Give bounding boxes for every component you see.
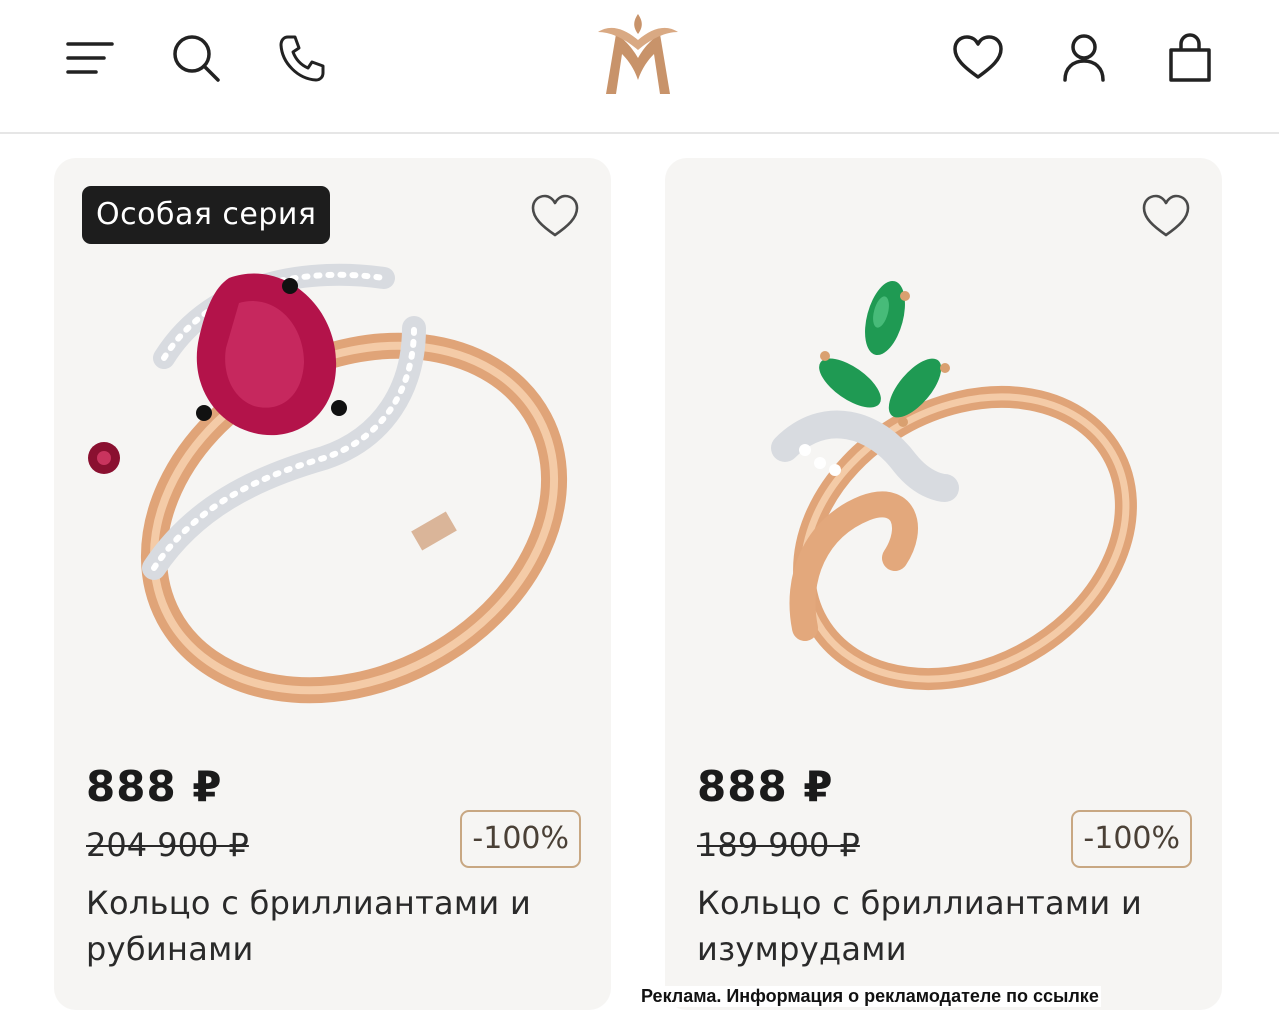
product-title[interactable]: Кольцо с бриллиантами и рубинами <box>86 880 566 972</box>
site-header <box>0 0 1279 134</box>
heart-outline-icon <box>1142 194 1190 237</box>
heart-icon <box>953 35 1003 79</box>
product-old-price: 204 900 ₽ <box>86 826 249 864</box>
brand-logo[interactable] <box>596 8 680 100</box>
heart-outline-icon <box>531 194 579 237</box>
product-card[interactable]: 888 ₽ 189 900 ₽ -100% Кольцо с бриллиант… <box>665 158 1222 1010</box>
favorite-button[interactable] <box>527 188 583 244</box>
search-button[interactable] <box>166 28 226 88</box>
menu-icon <box>66 42 114 74</box>
search-icon <box>173 35 220 82</box>
favorites-button[interactable] <box>948 28 1008 88</box>
product-old-price: 189 900 ₽ <box>697 826 860 864</box>
cart-button[interactable] <box>1160 28 1220 88</box>
shopping-bag-icon <box>1169 33 1211 82</box>
account-button[interactable] <box>1054 28 1114 88</box>
ad-disclaimer[interactable]: Реклама. Информация о рекламодателе по с… <box>639 986 1101 1007</box>
user-icon <box>1063 34 1105 82</box>
discount-badge: -100% <box>460 810 581 868</box>
product-photo-emerald-ring[interactable] <box>665 208 1222 768</box>
phone-icon <box>279 35 325 82</box>
product-card[interactable]: Особая серия 888 ₽ 204 900 ₽ -100% Кольц… <box>54 158 611 1010</box>
menu-button[interactable] <box>60 28 120 88</box>
product-title[interactable]: Кольцо с бриллиантами и изумрудами <box>697 880 1177 972</box>
phone-button[interactable] <box>272 28 332 88</box>
discount-badge: -100% <box>1071 810 1192 868</box>
product-price: 888 ₽ <box>697 762 834 811</box>
favorite-button[interactable] <box>1138 188 1194 244</box>
product-price: 888 ₽ <box>86 762 223 811</box>
product-photo-ruby-ring[interactable] <box>54 208 611 768</box>
special-series-badge: Особая серия <box>82 186 331 244</box>
product-grid: Особая серия 888 ₽ 204 900 ₽ -100% Кольц… <box>0 134 1279 1013</box>
